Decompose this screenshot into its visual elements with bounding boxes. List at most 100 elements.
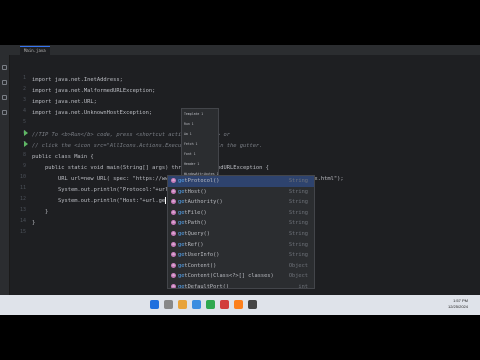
structure-icon[interactable]: [2, 80, 7, 85]
completion-type: String: [288, 220, 308, 227]
line-number: 15: [19, 229, 26, 235]
completion-type: String: [288, 178, 308, 184]
code-line[interactable]: System.out.println("Host:"+url.ge: [32, 196, 167, 207]
completion-label: getPath(): [178, 220, 207, 226]
completion-type: String: [288, 188, 308, 195]
start-icon[interactable]: [150, 300, 159, 309]
completion-rest: tQuery(): [184, 230, 210, 237]
method-icon: m: [171, 188, 176, 194]
completion-item[interactable]: m getAuthority() String: [168, 197, 314, 208]
completion-type: String: [288, 209, 308, 216]
hint-item: Font 1: [184, 152, 196, 156]
more-icon[interactable]: [2, 110, 7, 115]
completion-label: getAuthority(): [178, 199, 223, 205]
completion-item[interactable]: m getRef() String: [168, 240, 314, 251]
hint-item: Aa 1: [184, 132, 192, 136]
completion-item[interactable]: m getContent(Class<?>[] classes) Object: [168, 271, 314, 282]
file-explorer-icon[interactable]: [178, 300, 187, 309]
code-line[interactable]: }: [32, 207, 48, 218]
code-line[interactable]: import java.net.InetAddress;: [32, 75, 123, 86]
tab-main-java[interactable]: Main.java: [20, 46, 50, 55]
hint-item: Template 1: [184, 112, 204, 116]
bookmarks-icon[interactable]: [2, 95, 7, 100]
completion-rest: tHost(): [184, 188, 207, 195]
search-icon[interactable]: [164, 300, 173, 309]
app-icon[interactable]: [206, 300, 215, 309]
completion-item[interactable]: m getProtocol() String: [168, 176, 314, 187]
method-icon: m: [171, 283, 176, 288]
completion-rest: tRef(): [184, 241, 204, 248]
run-main-icon[interactable]: [24, 141, 28, 147]
completion-rest: tPath(): [184, 220, 207, 227]
completion-label: getDefaultPort(): [178, 283, 230, 289]
completion-type: int: [298, 283, 308, 289]
method-icon: m: [171, 209, 176, 215]
code-line[interactable]: import java.net.MalformedURLException;: [32, 86, 155, 97]
method-icon: m: [171, 252, 176, 258]
completion-item[interactable]: m getQuery() String: [168, 229, 314, 240]
line-number: 5: [22, 119, 26, 125]
completion-popup[interactable]: m getProtocol() String m getHost() String m get…: [167, 175, 315, 289]
line-number: 2: [22, 86, 26, 92]
line-number: 9: [22, 163, 26, 169]
clock-date: 12/25/2024: [447, 304, 468, 309]
code-line[interactable]: import java.net.URL;: [32, 97, 97, 108]
method-icon: m: [171, 199, 176, 205]
browser-icon[interactable]: [192, 300, 201, 309]
completion-rest: tContent(): [184, 262, 217, 269]
code-line[interactable]: public static void main(String[] args) t…: [32, 163, 269, 174]
clock[interactable]: 1:57 PM 12/25/2024: [448, 298, 468, 310]
line-number: 8: [22, 152, 26, 158]
completion-label: getProtocol(): [178, 178, 219, 184]
method-icon: m: [171, 273, 176, 279]
completion-rest: tAuthority(): [184, 199, 223, 206]
line-number: 4: [22, 108, 26, 114]
completion-rest: tDefaultPort(): [184, 283, 230, 289]
os-taskbar: 1:57 PM 12/25/2024: [0, 295, 480, 315]
method-icon: m: [171, 178, 176, 183]
ide-window: Main.java 1 2 3 4 5 6 7 8 9 10 11 12 13 14 15 import j…: [0, 45, 480, 315]
completion-type: String: [288, 241, 308, 248]
code-line[interactable]: import java.net.UnknownHostException;: [32, 108, 152, 119]
hint-item: Header 1: [184, 162, 200, 166]
completion-type: String: [288, 230, 308, 237]
completion-type: String: [288, 252, 308, 259]
intellij-icon[interactable]: [234, 300, 243, 309]
completion-label: getRef(): [178, 242, 204, 248]
line-number: 12: [19, 196, 26, 202]
title-bar: Main.java: [0, 45, 480, 55]
completion-label: getContent(Class<?>[] classes): [178, 273, 274, 279]
completion-rest: tProtocol(): [184, 178, 220, 184]
completion-rest: tUserInfo(): [184, 252, 220, 259]
completion-item[interactable]: m getUserInfo() String: [168, 250, 314, 261]
completion-item[interactable]: m getHost() String: [168, 187, 314, 198]
method-icon: m: [171, 230, 176, 236]
completion-label: getQuery(): [178, 231, 210, 237]
completion-item[interactable]: m getDefaultPort() int: [168, 282, 314, 289]
completion-rest: tContent(Class<?>[] classes): [184, 273, 274, 280]
completion-item[interactable]: m getFile() String: [168, 208, 314, 219]
run-class-icon[interactable]: [24, 130, 28, 136]
completion-rest: tFile(): [184, 209, 207, 216]
completion-type: Object: [288, 262, 308, 269]
line-number: 13: [19, 207, 26, 213]
media-icon[interactable]: [220, 300, 229, 309]
code-line[interactable]: public class Main {: [32, 152, 94, 163]
completion-item[interactable]: m getContent() Object: [168, 261, 314, 272]
line-number: 3: [22, 97, 26, 103]
project-icon[interactable]: [2, 65, 7, 70]
method-icon: m: [171, 220, 176, 226]
text-caret: [165, 197, 167, 204]
line-number: 11: [19, 185, 26, 191]
code-line[interactable]: // click the <icon src="AllIcons.Actions…: [32, 141, 262, 152]
completion-item[interactable]: m getPath() String: [168, 218, 314, 229]
completion-label: getUserInfo(): [178, 252, 219, 258]
terminal-icon[interactable]: [248, 300, 257, 309]
completion-type: String: [288, 199, 308, 206]
completion-label: getContent(): [178, 263, 216, 269]
code-line[interactable]: }: [32, 218, 35, 229]
method-icon: m: [171, 241, 176, 247]
hint-item: Run 1: [184, 122, 194, 126]
line-number: 14: [19, 218, 26, 224]
line-number-gutter: 1 2 3 4 5 6 7 8 9 10 11 12 13 14 15: [10, 55, 28, 305]
